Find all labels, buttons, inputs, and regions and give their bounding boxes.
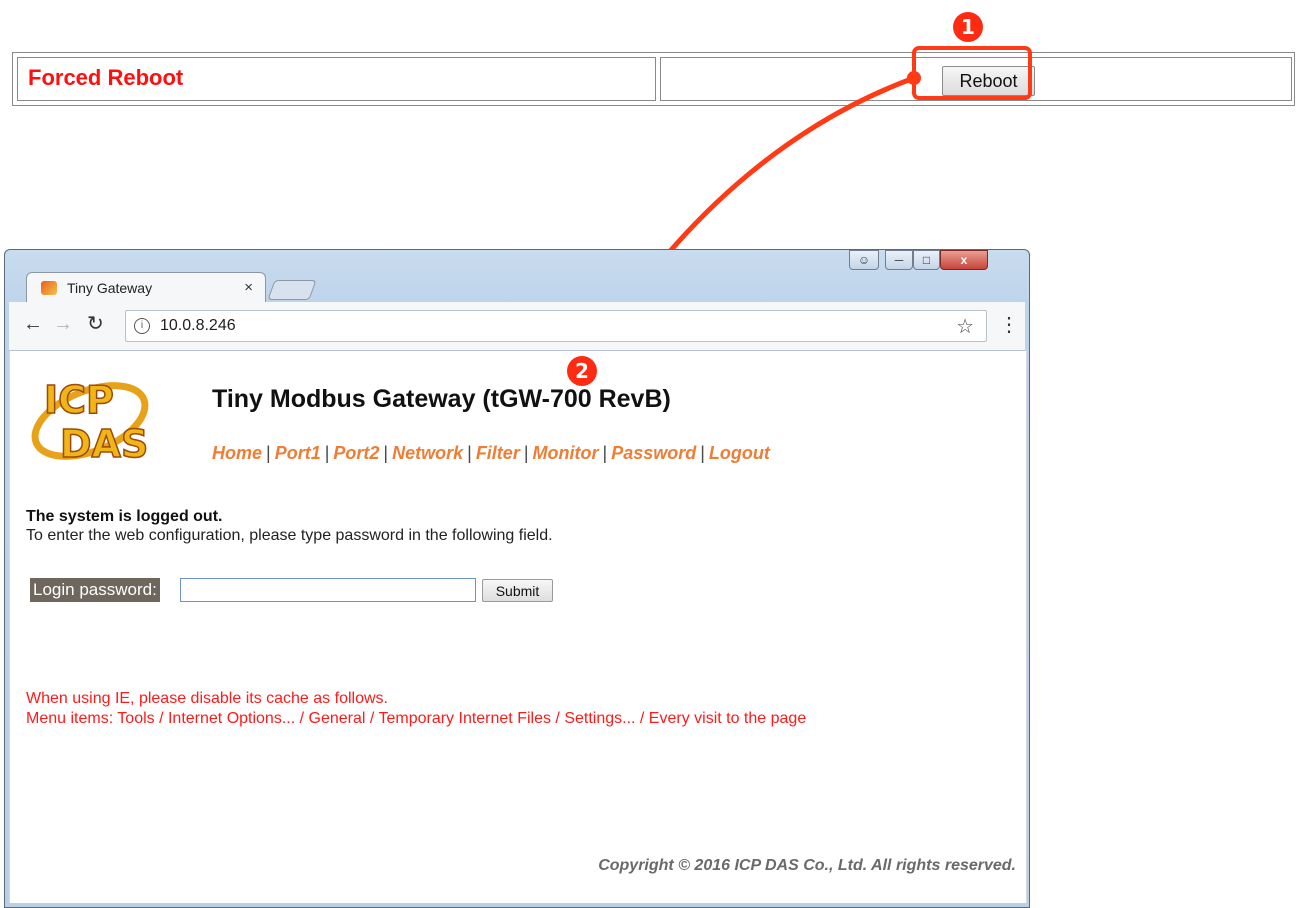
ie-note-line-2: Menu items: Tools / Internet Options... … xyxy=(26,710,807,727)
copyright-text: Copyright © 2016 ICP DAS Co., Ltd. All r… xyxy=(598,857,1016,874)
nav-network[interactable]: Network xyxy=(392,443,463,463)
tab-close-icon[interactable]: × xyxy=(244,279,253,296)
nav-separator: | xyxy=(383,443,389,463)
back-arrow-icon[interactable]: ← xyxy=(23,314,43,334)
reload-icon[interactable]: ↻ xyxy=(87,314,104,334)
new-tab-button[interactable] xyxy=(267,280,317,300)
icp-das-logo: ICP DAS xyxy=(31,377,149,467)
close-window-button[interactable]: x xyxy=(940,250,988,270)
nav-separator: | xyxy=(523,443,529,463)
minimize-button[interactable]: ─ xyxy=(885,250,913,270)
nav-home[interactable]: Home xyxy=(212,443,262,463)
info-icon[interactable]: i xyxy=(134,318,150,334)
ie-cache-note: When using IE, please disable its cache … xyxy=(26,689,806,729)
logged-out-heading: The system is logged out. xyxy=(26,508,223,525)
step-marker-2: 2 xyxy=(567,356,597,386)
nav-separator: | xyxy=(467,443,472,463)
password-input[interactable] xyxy=(180,578,476,602)
nav-separator: | xyxy=(324,443,330,463)
svg-text:ICP: ICP xyxy=(44,378,114,422)
user-icon[interactable]: ☺ xyxy=(849,250,879,270)
nav-logout[interactable]: Logout xyxy=(709,443,770,463)
favicon-icon xyxy=(41,281,57,295)
ie-note-line-1: When using IE, please disable its cache … xyxy=(26,690,388,707)
nav-port1[interactable]: Port1 xyxy=(275,443,321,463)
address-bar[interactable]: i 10.0.8.246 ☆ xyxy=(125,310,987,342)
browser-tab[interactable]: Tiny Gateway × xyxy=(26,272,266,302)
password-label: Login password: xyxy=(30,578,160,602)
forward-arrow-icon[interactable]: → xyxy=(53,314,73,334)
nav-filter[interactable]: Filter xyxy=(476,443,520,463)
browser-window: ☺ ─ □ x Tiny Gateway × ← → ↻ i 10.0.8.24… xyxy=(4,249,1030,908)
page-content: ICP DAS Tiny Modbus Gateway (tGW-700 Rev… xyxy=(9,351,1027,903)
login-instruction: To enter the web configuration, please t… xyxy=(26,527,553,544)
nav-port2[interactable]: Port2 xyxy=(333,443,379,463)
tab-title: Tiny Gateway xyxy=(67,280,153,296)
maximize-button[interactable]: □ xyxy=(913,250,940,270)
main-nav: Home | Port1 | Port2 | Network | Filter | Monitor |… xyxy=(212,443,770,464)
address-text[interactable]: 10.0.8.246 xyxy=(160,317,236,335)
nav-separator: | xyxy=(266,443,271,463)
nav-separator: | xyxy=(602,443,608,463)
page-title: Tiny Modbus Gateway (tGW-700 RevB) xyxy=(212,385,671,413)
menu-kebab-icon[interactable]: ⋮ xyxy=(999,312,1019,337)
browser-toolbar: ← → ↻ i 10.0.8.246 ☆ ⋮ xyxy=(9,302,1025,351)
nav-separator: | xyxy=(700,443,705,463)
svg-text:DAS: DAS xyxy=(60,422,148,466)
nav-password[interactable]: Password xyxy=(611,443,696,463)
nav-monitor[interactable]: Monitor xyxy=(533,443,599,463)
bookmark-star-icon[interactable]: ☆ xyxy=(956,314,974,339)
submit-button[interactable]: Submit xyxy=(482,579,553,602)
